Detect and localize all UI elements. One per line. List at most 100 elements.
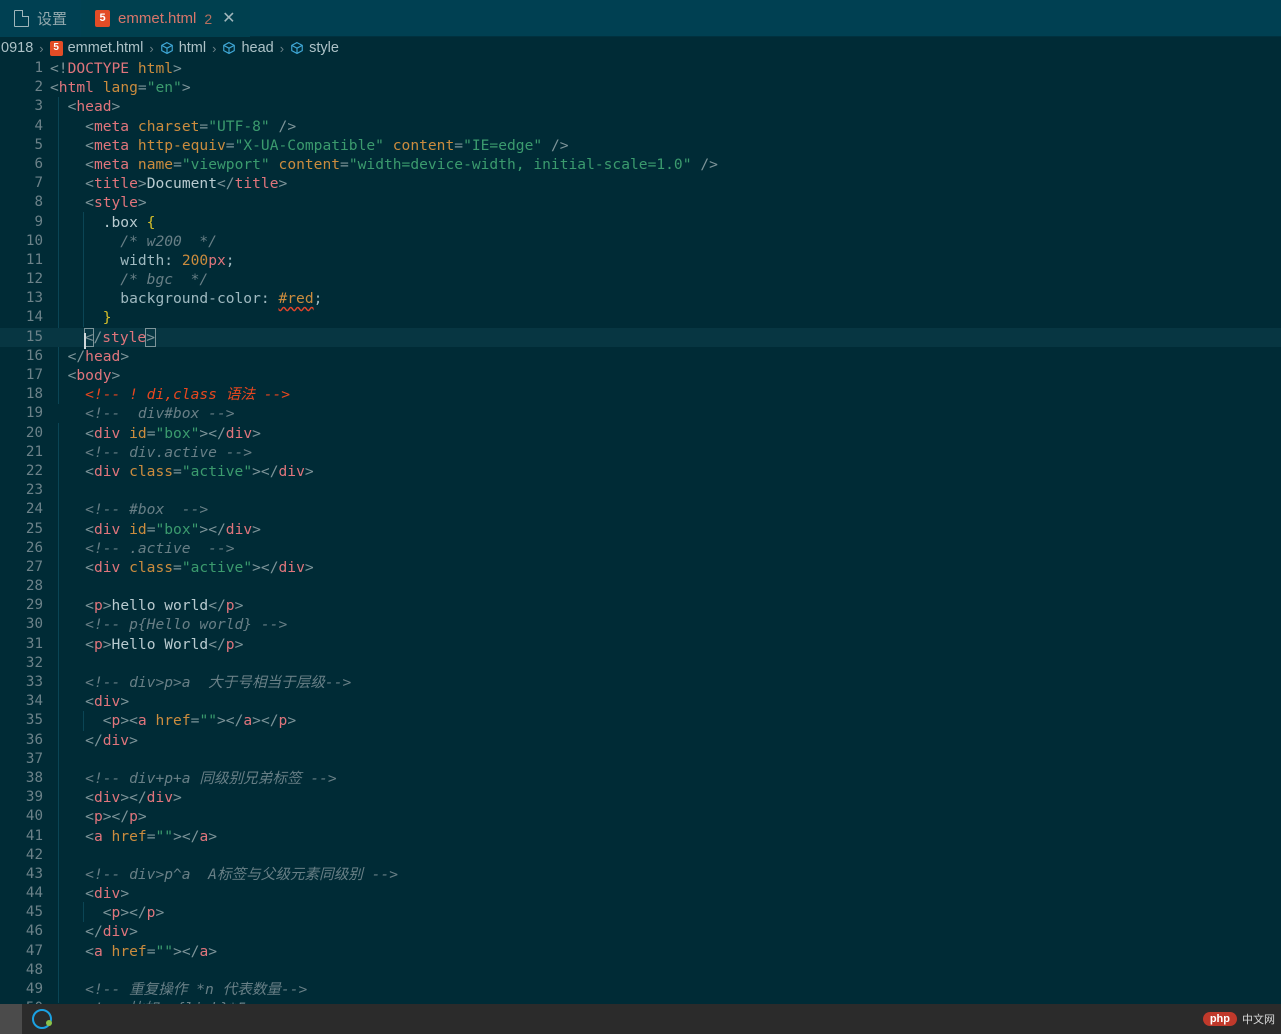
code-line[interactable]: 10 /* w200 */ [0, 232, 1281, 251]
code-line[interactable]: 47 <a href=""></a> [0, 942, 1281, 961]
code-line[interactable]: 28 [0, 577, 1281, 596]
code-line[interactable]: 29 <p>hello world</p> [0, 596, 1281, 615]
watermark-suffix: 中文网 [1242, 1014, 1275, 1026]
code-line[interactable]: 42 [0, 846, 1281, 865]
code-line-active[interactable]: 15 </style> [0, 327, 1281, 349]
line-content: <p></p> [85, 808, 147, 826]
line-number: 21 [25, 443, 43, 460]
vscode-window: 设置 5 emmet.html 2 ✕ 0918 › 5 emmet.html … [0, 0, 1281, 1034]
breadcrumb-item-head[interactable]: head [221, 40, 274, 56]
code-line[interactable]: 6 <meta name="viewport" content="width=d… [0, 155, 1281, 174]
code-line[interactable]: 19 <!-- div#box --> [0, 404, 1281, 423]
breadcrumb-item-style[interactable]: style [289, 40, 340, 56]
code-line[interactable]: 31 <p>Hello World</p> [0, 635, 1281, 654]
line-content: </div> [85, 731, 138, 749]
code-line[interactable]: 13 background-color: #red; [0, 289, 1281, 308]
tab-bar-empty-area [249, 0, 1281, 36]
line-number: 34 [25, 693, 43, 710]
line-number: 11 [25, 251, 43, 268]
code-line[interactable]: 9 .box { [0, 213, 1281, 232]
line-content: <div id="box"></div> [85, 520, 261, 538]
breadcrumb-item-html[interactable]: html [159, 40, 207, 56]
code-line[interactable]: 49 <!-- 重复操作 *n 代表数量--> [0, 980, 1281, 999]
code-line[interactable]: 36 </div> [0, 731, 1281, 750]
taskbar-left-edge [0, 1004, 22, 1034]
breadcrumb-item-folder[interactable]: 0918 [0, 40, 34, 56]
code-line[interactable]: 7 <title>Document</title> [0, 174, 1281, 193]
code-line[interactable]: 22 <div class="active"></div> [0, 462, 1281, 481]
code-line[interactable]: 14 } [0, 308, 1281, 327]
line-content: <div></div> [85, 789, 182, 807]
code-line[interactable]: 35 <p><a href=""></a></p> [0, 711, 1281, 730]
line-number: 49 [25, 981, 43, 997]
code-line[interactable]: 27 <div class="active"></div> [0, 558, 1281, 577]
line-content: <head> [67, 98, 121, 116]
code-line[interactable]: 30 <!-- p{Hello world} --> [0, 615, 1281, 634]
line-content: <!-- p{Hello world} --> [85, 616, 288, 634]
line-number: 31 [25, 635, 43, 652]
code-line[interactable]: 41 <a href=""></a> [0, 827, 1281, 846]
breadcrumb-folder-label: 0918 [1, 40, 34, 56]
line-number: 46 [25, 923, 43, 940]
line-content: <!-- div>p^a A标签与父级元素同级别 --> [85, 865, 399, 883]
line-number: 23 [25, 482, 43, 499]
code-line[interactable]: 34 <div> [0, 692, 1281, 711]
chevron-right-icon: › [212, 40, 217, 56]
line-content: <p><a href=""></a></p> [102, 712, 297, 730]
code-line[interactable]: 1 <!DOCTYPE html> [0, 59, 1281, 78]
tab-dirty-indicator: 2 [204, 10, 213, 27]
code-line[interactable]: 20 <div id="box"></div> [0, 424, 1281, 443]
tab-emmet-html[interactable]: 5 emmet.html 2 ✕ [81, 0, 250, 37]
code-line[interactable]: 17 <body> [0, 366, 1281, 385]
tab-settings[interactable]: 设置 [0, 0, 82, 37]
code-line[interactable]: 2 <html lang="en"> [0, 78, 1281, 97]
code-line[interactable]: 39 <div></div> [0, 788, 1281, 807]
code-line[interactable]: 23 [0, 481, 1281, 500]
code-line[interactable]: 25 <div id="box"></div> [0, 520, 1281, 539]
code-line[interactable]: 38 <!-- div+p+a 同级别兄弟标签 --> [0, 769, 1281, 788]
line-number: 5 [34, 136, 43, 153]
line-number: 19 [25, 405, 43, 422]
code-line[interactable]: 48 [0, 961, 1281, 980]
code-line[interactable]: 40 <p></p> [0, 807, 1281, 826]
line-content: </head> [67, 347, 130, 365]
code-line[interactable]: 21 <!-- div.active --> [0, 443, 1281, 462]
code-line[interactable]: 37 [0, 750, 1281, 769]
close-icon[interactable]: ✕ [222, 10, 235, 27]
code-line[interactable]: 33 <!-- div>p>a 大于号相当于层级--> [0, 673, 1281, 692]
line-number: 32 [25, 654, 43, 671]
code-line[interactable]: 24 <!-- #box --> [0, 500, 1281, 519]
breadcrumb-item-file[interactable]: 5 emmet.html [49, 40, 145, 56]
line-number: 3 [34, 98, 43, 115]
code-line[interactable]: 12 /* bgc */ [0, 270, 1281, 289]
line-number: 25 [25, 520, 43, 537]
cortana-circle-icon[interactable] [32, 1009, 52, 1029]
code-line[interactable]: 4 <meta charset="UTF-8" /> [0, 117, 1281, 136]
line-content: <div class="active"></div> [85, 462, 314, 480]
line-number: 15 [25, 328, 43, 345]
line-number: 22 [25, 462, 43, 479]
code-line[interactable]: 45 <p></p> [0, 903, 1281, 922]
code-line[interactable]: 46 </div> [0, 922, 1281, 941]
code-line[interactable]: 11 width: 200px; [0, 251, 1281, 270]
line-content: <div class="active"></div> [85, 558, 314, 576]
breadcrumb: 0918 › 5 emmet.html › html › head › styl… [0, 37, 1281, 59]
chevron-right-icon: › [149, 40, 154, 56]
code-line[interactable]: 18 <!-- ! di,class 语法 --> [0, 385, 1281, 404]
line-number: 40 [25, 808, 43, 825]
code-editor[interactable]: 1 <!DOCTYPE html> 2 <html lang="en"> 3 <he… [0, 59, 1281, 1004]
code-line[interactable]: 3 <head> [0, 97, 1281, 116]
code-line[interactable]: 44 <div> [0, 884, 1281, 903]
code-line[interactable]: 5 <meta http-equiv="X-UA-Compatible" con… [0, 136, 1281, 155]
line-content: </style> [43, 327, 156, 349]
tab-settings-label: 设置 [37, 11, 68, 28]
code-line[interactable]: 43 <!-- div>p^a A标签与父级元素同级别 --> [0, 865, 1281, 884]
line-number: 48 [25, 961, 43, 978]
code-line[interactable]: 32 [0, 654, 1281, 673]
line-content: <!-- div#box --> [85, 405, 235, 423]
code-line[interactable]: 16 </head> [0, 347, 1281, 366]
tab-emmet-html-label: emmet.html [118, 10, 197, 27]
code-line[interactable]: 26 <!-- .active --> [0, 539, 1281, 558]
symbol-cube-icon [160, 41, 174, 55]
code-line[interactable]: 8 <style> [0, 193, 1281, 212]
